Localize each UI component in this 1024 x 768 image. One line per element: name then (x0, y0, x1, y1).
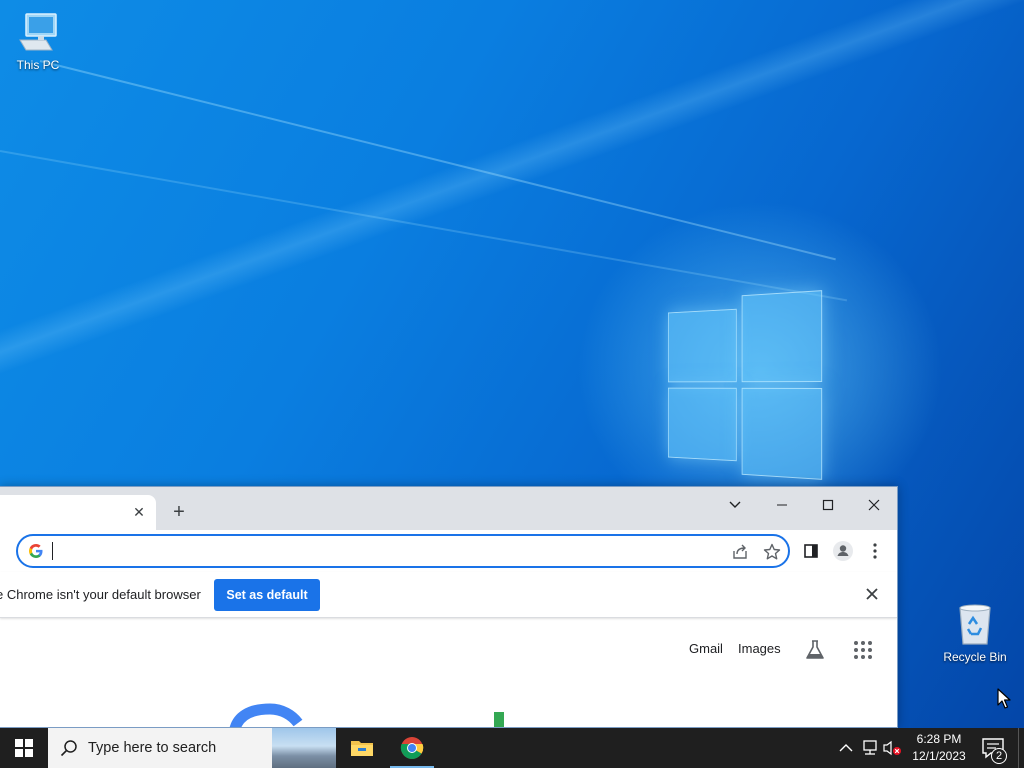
chevron-down-icon (729, 501, 741, 508)
taskbar-file-explorer[interactable] (338, 728, 386, 768)
gmail-link[interactable]: Gmail (689, 641, 723, 656)
browser-toolbar (0, 530, 897, 572)
desktop-icon-this-pc[interactable]: This PC (0, 10, 76, 72)
bookmark-star-icon[interactable] (762, 542, 782, 562)
apps-grid-icon[interactable] (852, 639, 874, 661)
start-button[interactable] (0, 728, 48, 768)
close-icon (868, 499, 880, 511)
windows-logo-wallpaper (668, 290, 824, 480)
set-as-default-button[interactable]: Set as default (214, 579, 320, 611)
maximize-icon (822, 499, 834, 511)
google-logo (229, 703, 504, 727)
search-icon (60, 740, 77, 757)
tab-close-icon[interactable]: ✕ (131, 504, 147, 520)
images-link[interactable]: Images (738, 641, 781, 656)
this-pc-icon (19, 13, 57, 51)
chrome-window: ✕ + e Chrome isn't your default browser … (0, 486, 898, 728)
tab-new-tab[interactable]: ✕ (0, 495, 156, 530)
taskbar-clock[interactable]: 6:28 PM 12/1/2023 (906, 731, 972, 765)
network-icon (863, 740, 877, 755)
profile-avatar-icon[interactable] (832, 540, 854, 562)
light-beam (39, 60, 836, 261)
desktop-icon-label: Recycle Bin (943, 650, 1007, 664)
chevron-up-icon (839, 744, 853, 752)
recycle-bin-icon (959, 604, 991, 645)
clock-time: 6:28 PM (916, 732, 962, 746)
volume-tray-button[interactable] (882, 738, 902, 758)
google-g-icon (29, 544, 43, 558)
volume-muted-icon (883, 740, 901, 756)
omnibox[interactable] (16, 534, 790, 568)
close-icon[interactable] (863, 585, 881, 603)
desktop-icon-recycle-bin[interactable]: Recycle Bin (937, 602, 1013, 664)
side-panel-icon[interactable] (800, 540, 822, 562)
chrome-icon (400, 737, 424, 759)
taskbar-search-box[interactable]: Type here to search (48, 728, 336, 768)
file-explorer-icon (351, 741, 373, 756)
show-hidden-icons-button[interactable] (836, 738, 856, 758)
windows-start-icon (15, 739, 33, 757)
new-tab-button[interactable]: + (168, 502, 190, 524)
network-tray-button[interactable] (860, 738, 880, 758)
tab-strip: ✕ + (0, 487, 897, 530)
search-highlight-image (272, 728, 336, 768)
desktop-icon-label: This PC (16, 58, 60, 72)
notification-count-badge: 2 (991, 748, 1007, 764)
tab-search-button[interactable] (712, 491, 758, 519)
clock-date: 12/1/2023 (912, 749, 966, 763)
maximize-button[interactable] (805, 491, 851, 519)
taskbar: Type here to search 6:28 PM 12/1/2023 2 (0, 728, 1024, 768)
show-desktop-button[interactable] (1018, 728, 1024, 768)
infobar-message: e Chrome isn't your default browser (0, 587, 201, 602)
light-beam (0, 150, 848, 302)
taskbar-chrome[interactable] (388, 728, 436, 768)
close-window-button[interactable] (851, 491, 897, 519)
minimize-button[interactable] (759, 491, 805, 519)
minimize-icon (777, 504, 787, 506)
default-browser-infobar: e Chrome isn't your default browser Set … (0, 572, 897, 618)
mouse-cursor-icon (997, 688, 1011, 709)
more-menu-icon[interactable] (864, 540, 886, 562)
labs-flask-icon[interactable] (804, 639, 826, 661)
search-placeholder: Type here to search (88, 740, 217, 756)
address-input[interactable] (56, 540, 716, 562)
text-caret (52, 542, 53, 560)
share-icon[interactable] (730, 542, 750, 562)
